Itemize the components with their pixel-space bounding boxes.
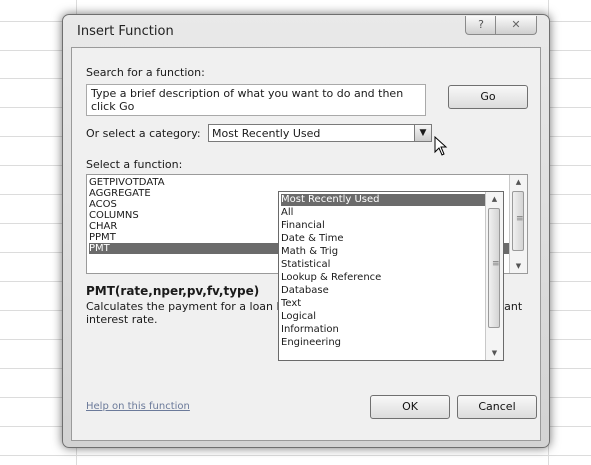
grip-icon: ≡	[516, 214, 524, 224]
grip-icon: ≡	[492, 259, 500, 269]
mouse-pointer-icon	[434, 136, 448, 156]
function-list-label: Select a function:	[86, 158, 183, 171]
category-selected-value: Most Recently Used	[212, 127, 321, 140]
ok-button[interactable]: OK	[370, 395, 450, 419]
scroll-down-icon[interactable]: ▼	[510, 259, 527, 273]
category-option[interactable]: Logical	[281, 311, 485, 323]
category-option[interactable]: Engineering	[281, 337, 485, 349]
category-option[interactable]: Date & Time	[281, 233, 485, 245]
category-option[interactable]: Statistical	[281, 259, 485, 271]
function-syntax: PMT(rate,nper,pv,fv,type)	[86, 284, 260, 298]
search-input[interactable]: Type a brief description of what you wan…	[86, 84, 426, 116]
category-option[interactable]: Information	[281, 324, 485, 336]
category-option[interactable]: Most Recently Used	[281, 194, 485, 206]
category-select[interactable]: Most Recently Used ▼	[208, 124, 432, 142]
scroll-thumb[interactable]: ≡	[488, 208, 500, 328]
dialog-body: Search for a function: Type a brief desc…	[71, 47, 541, 441]
help-on-function-link[interactable]: Help on this function	[86, 401, 190, 412]
help-button[interactable]: ?	[465, 16, 497, 35]
category-label: Or select a category:	[86, 127, 201, 140]
close-button[interactable]: ✕	[495, 16, 537, 35]
category-option[interactable]: Math & Trig	[281, 246, 485, 258]
function-list-scrollbar[interactable]: ▲ ≡ ▼	[509, 175, 527, 273]
category-option[interactable]: Database	[281, 285, 485, 297]
cancel-button[interactable]: Cancel	[457, 395, 537, 419]
chevron-down-icon[interactable]: ▼	[414, 125, 431, 141]
scroll-up-icon[interactable]: ▲	[510, 175, 527, 189]
grid-line	[0, 455, 591, 456]
category-option[interactable]: Text	[281, 298, 485, 310]
list-item[interactable]: GETPIVOTDATA	[89, 177, 509, 188]
category-dropdown-scrollbar[interactable]: ▲ ≡ ▼	[485, 192, 503, 360]
scroll-thumb[interactable]: ≡	[512, 191, 524, 251]
category-option[interactable]: Lookup & Reference	[281, 272, 485, 284]
scroll-down-icon[interactable]: ▼	[486, 346, 503, 360]
category-option[interactable]: All	[281, 207, 485, 219]
category-option[interactable]: Financial	[281, 220, 485, 232]
insert-function-dialog: Insert Function ? ✕ Search for a functio…	[62, 14, 550, 448]
go-button[interactable]: Go	[448, 85, 528, 109]
scroll-up-icon[interactable]: ▲	[486, 192, 503, 206]
dialog-title: Insert Function	[77, 24, 174, 39]
category-dropdown-list[interactable]: Most Recently Used All Financial Date & …	[278, 191, 504, 361]
search-label: Search for a function:	[86, 66, 205, 79]
